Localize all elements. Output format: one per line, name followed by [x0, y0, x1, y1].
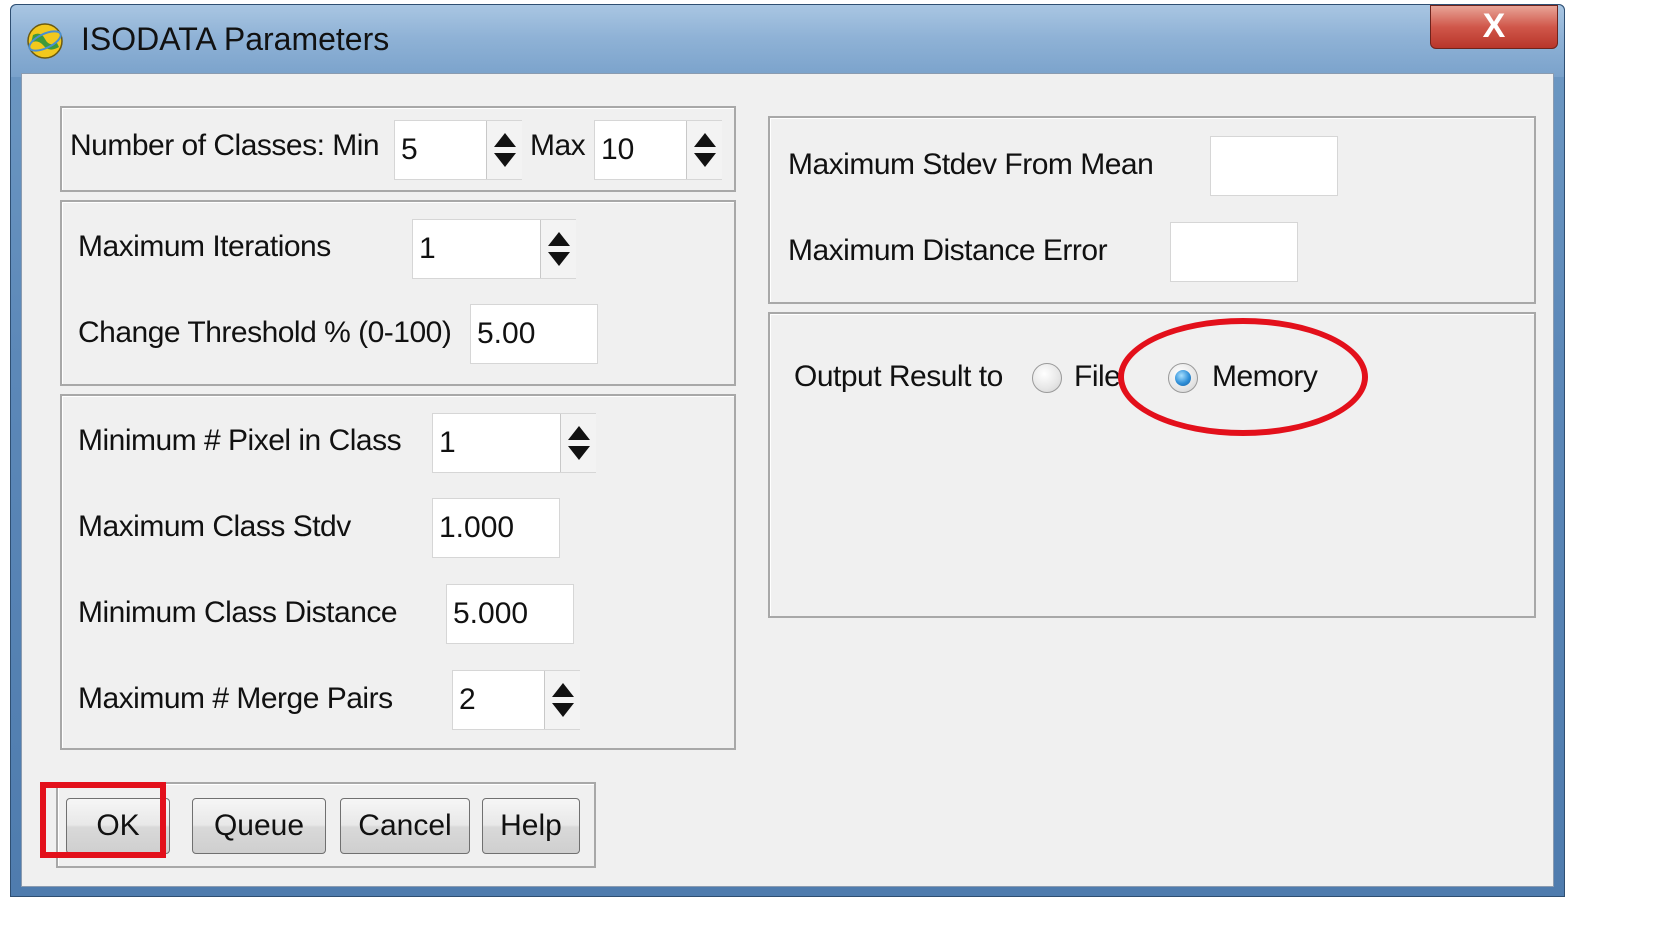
change-threshold-value: 5.00	[477, 317, 536, 350]
stdev-distance-group	[768, 116, 1536, 304]
maximum-stdev-from-mean-label: Maximum Stdev From Mean	[788, 148, 1154, 181]
file-radio[interactable]	[1032, 363, 1062, 393]
minimum-class-distance-label: Minimum Class Distance	[78, 596, 398, 629]
maximum-class-stdv-label: Maximum Class Stdv	[78, 510, 351, 543]
spin-arrows-icon	[694, 133, 716, 167]
dialog-body: Number of Classes: Min 5 Max 10 Maximum …	[21, 73, 1554, 887]
iterations-group	[60, 200, 736, 386]
maximum-distance-error-field[interactable]	[1170, 222, 1298, 282]
maximum-merge-pairs-value: 2	[459, 683, 476, 716]
maximum-merge-pairs-label: Maximum # Merge Pairs	[78, 682, 393, 715]
minimum-class-distance-field[interactable]: 5.000	[446, 584, 574, 644]
minimum-class-distance-value: 5.000	[453, 597, 529, 630]
window-title: ISODATA Parameters	[81, 21, 390, 57]
minimum-pixel-value: 1	[439, 426, 456, 459]
minimum-pixel-spinner[interactable]	[560, 414, 596, 472]
number-of-classes-min-label: Number of Classes: Min	[70, 129, 380, 162]
title-bar[interactable]: ISODATA Parameters X	[11, 5, 1564, 77]
close-button[interactable]: X	[1430, 5, 1558, 49]
spin-arrows-icon	[552, 683, 574, 717]
maximum-merge-pairs-spinner[interactable]	[544, 671, 580, 729]
min-classes-value: 5	[401, 133, 418, 166]
isodata-dialog: ISODATA Parameters X Number of Classes: …	[10, 4, 1565, 897]
output-result-label: Output Result to	[794, 360, 1003, 393]
maximum-iterations-label: Maximum Iterations	[78, 230, 331, 263]
spin-arrows-icon	[494, 133, 516, 167]
maximum-iterations-spinner[interactable]	[540, 220, 576, 278]
max-classes-label: Max	[530, 129, 586, 162]
spin-arrows-icon	[568, 426, 590, 460]
change-threshold-field[interactable]: 5.00	[470, 304, 598, 364]
cancel-button[interactable]: Cancel	[340, 798, 470, 854]
spin-arrows-icon	[548, 232, 570, 266]
max-classes-spinner[interactable]	[686, 121, 722, 179]
maximum-distance-error-label: Maximum Distance Error	[788, 234, 1108, 267]
help-button[interactable]: Help	[482, 798, 580, 854]
ok-highlight-box	[40, 782, 166, 858]
max-classes-value: 10	[601, 133, 635, 166]
globe-icon	[27, 23, 63, 59]
maximum-iterations-value: 1	[419, 232, 436, 265]
memory-highlight-ellipse	[1118, 318, 1368, 436]
file-radio-label[interactable]: File	[1074, 360, 1121, 394]
min-classes-spinner[interactable]	[486, 121, 522, 179]
minimum-pixel-label: Minimum # Pixel in Class	[78, 424, 402, 457]
maximum-class-stdv-value: 1.000	[439, 511, 515, 544]
queue-button[interactable]: Queue	[192, 798, 326, 854]
maximum-stdev-from-mean-field[interactable]	[1210, 136, 1338, 196]
change-threshold-label: Change Threshold % (0-100)	[78, 316, 452, 349]
maximum-class-stdv-field[interactable]: 1.000	[432, 498, 560, 558]
